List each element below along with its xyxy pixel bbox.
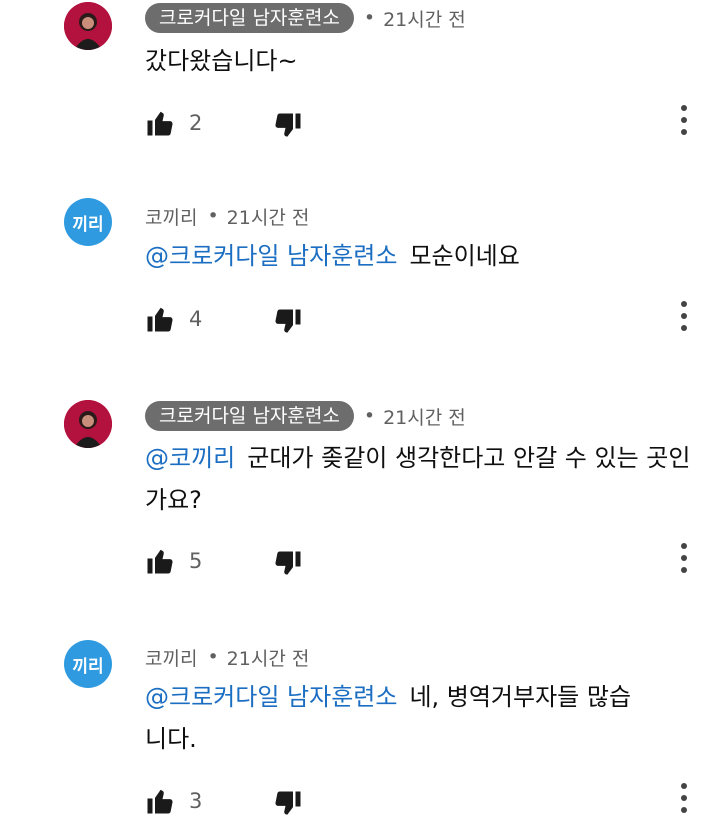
thumbs-up-icon[interactable]	[145, 108, 175, 138]
comment-time[interactable]: 21시간 전	[227, 644, 310, 671]
like-count: 2	[189, 111, 203, 135]
more-options-icon[interactable]	[675, 298, 693, 334]
like-count: 4	[189, 307, 203, 331]
like-count: 3	[189, 789, 203, 813]
thumbs-up-icon[interactable]	[145, 304, 175, 334]
thumbs-down-icon[interactable]	[273, 307, 303, 337]
thumbs-down-icon[interactable]	[273, 111, 303, 141]
avatar-image	[64, 2, 112, 50]
avatar[interactable]: 끼리	[64, 198, 112, 246]
thumbs-up-icon[interactable]	[145, 786, 175, 816]
comment-body: 갔다왔습니다~	[145, 47, 298, 75]
separator-dot: •	[363, 405, 376, 427]
author-name[interactable]: 크로커다일 남자훈련소	[145, 401, 354, 431]
comment-time[interactable]: 21시간 전	[383, 5, 466, 32]
comment-text: @크로커다일 남자훈련소 네, 병역거부자들 많습니다.	[145, 676, 645, 760]
comment-actions: 5	[145, 543, 705, 579]
thumbs-down-icon[interactable]	[273, 549, 303, 579]
avatar[interactable]	[64, 400, 112, 448]
avatar-image	[64, 400, 112, 448]
more-options-icon[interactable]	[675, 780, 693, 816]
separator-dot: •	[363, 7, 376, 29]
comment-actions: 4	[145, 301, 705, 337]
author-name[interactable]: 코끼리	[145, 644, 197, 671]
comment-body: 모순이네요	[409, 242, 520, 270]
comment-meta: 코끼리 • 21시간 전	[145, 201, 309, 231]
comment-actions: 2	[145, 105, 705, 141]
more-options-icon[interactable]	[675, 540, 693, 576]
author-name[interactable]: 크로커다일 남자훈련소	[145, 3, 354, 33]
comment-time[interactable]: 21시간 전	[383, 403, 466, 430]
avatar[interactable]	[64, 2, 112, 50]
comment-text: 갔다왔습니다~	[145, 40, 695, 82]
like-count: 5	[189, 549, 203, 573]
comment-text: @크로커다일 남자훈련소 모순이네요	[145, 235, 695, 277]
more-options-icon[interactable]	[675, 102, 693, 138]
avatar[interactable]: 끼리	[64, 640, 112, 688]
mention-link[interactable]: @코끼리	[145, 444, 235, 472]
thumbs-up-icon[interactable]	[145, 546, 175, 576]
comment-meta: 크로커다일 남자훈련소 • 21시간 전	[145, 3, 466, 33]
comment-text: @코끼리 군대가 좆같이 생각한다고 안갈 수 있는 곳인가요?	[145, 437, 695, 521]
mention-link[interactable]: @크로커다일 남자훈련소	[145, 683, 397, 711]
author-name[interactable]: 코끼리	[145, 203, 197, 230]
separator-dot: •	[207, 205, 219, 227]
comment-meta: 코끼리 • 21시간 전	[145, 642, 309, 672]
comment-actions: 3	[145, 783, 705, 819]
separator-dot: •	[207, 646, 219, 668]
comment-time[interactable]: 21시간 전	[227, 203, 310, 230]
avatar-initials: 끼리	[72, 214, 104, 235]
mention-link[interactable]: @크로커다일 남자훈련소	[145, 242, 397, 270]
thumbs-down-icon[interactable]	[273, 789, 303, 819]
comment-meta: 크로커다일 남자훈련소 • 21시간 전	[145, 401, 466, 431]
avatar-initials: 끼리	[72, 656, 104, 677]
